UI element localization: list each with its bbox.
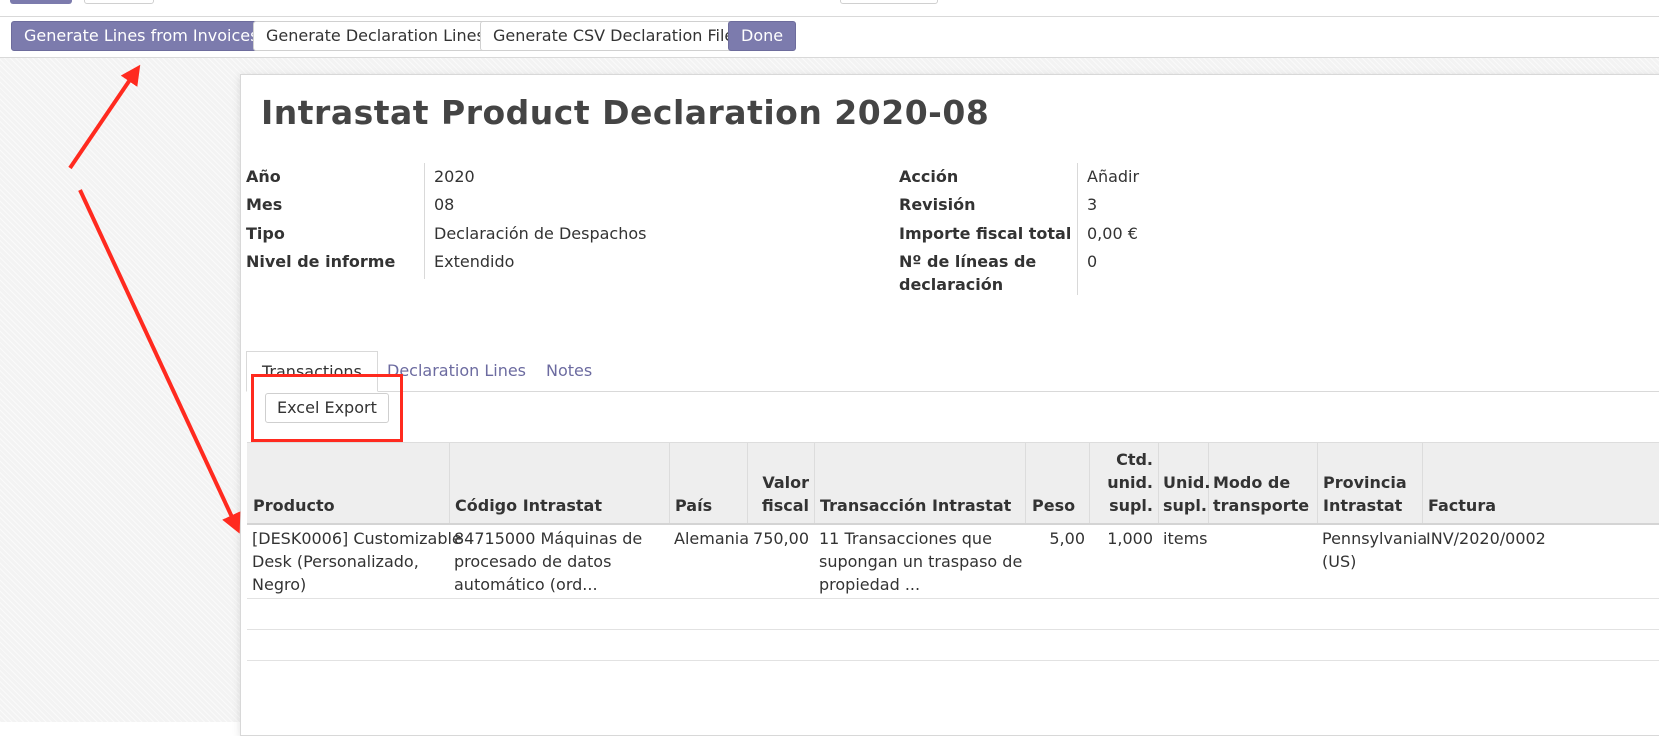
column-separator: [669, 443, 670, 523]
cell-text: propiedad ...: [819, 575, 921, 594]
column-separator: [1422, 443, 1423, 523]
field-label-ano: Año: [246, 167, 281, 186]
column-separator: [1158, 443, 1159, 523]
column-header-ctd-unid-supl-line2[interactable]: unid.: [1089, 471, 1153, 494]
generate-csv-declaration-file-button[interactable]: Generate CSV Declaration File: [480, 21, 748, 51]
cell-peso: 5,00: [1049, 529, 1085, 548]
cell-codigo-intrastat: 84715000 Máquinas de procesado de datos …: [454, 527, 642, 596]
field-value-accion[interactable]: Añadir: [1087, 165, 1139, 189]
tab-transactions[interactable]: Transactions: [246, 351, 378, 392]
column-header-peso[interactable]: Peso: [1032, 494, 1075, 517]
field-label-accion: Acción: [899, 167, 959, 186]
generate-lines-from-invoices-button[interactable]: Generate Lines from Invoices: [11, 21, 272, 51]
column-header-valor-fiscal-line2[interactable]: fiscal: [747, 494, 809, 517]
column-header-provincia-intrastat[interactable]: Provincia: [1323, 471, 1407, 494]
column-separator: [1025, 443, 1026, 523]
column-header-pais[interactable]: País: [675, 494, 712, 517]
column-header-codigo-intrastat[interactable]: Código Intrastat: [455, 494, 602, 517]
column-header-modo-de-transporte[interactable]: Modo de: [1213, 471, 1290, 494]
field-value-num-lineas[interactable]: 0: [1087, 250, 1097, 274]
generate-declaration-lines-button[interactable]: Generate Declaration Lines: [253, 21, 498, 51]
column-header-transaccion-intrastat[interactable]: Transacción Intrastat: [820, 494, 1011, 517]
field-label-revision: Revisión: [899, 195, 976, 214]
cell-producto: [DESK0006] Customizable Desk (Personaliz…: [252, 527, 462, 596]
cell-text: 11 Transacciones que: [819, 529, 992, 548]
form-statusbar: Generate Lines from Invoices Generate De…: [0, 17, 1659, 58]
secondary-button-partial[interactable]: [84, 0, 154, 4]
column-header-provincia-intrastat-line2[interactable]: Intrastat: [1323, 494, 1402, 517]
column-separator: [449, 443, 450, 523]
primary-button-partial[interactable]: [10, 0, 72, 4]
page-title: Intrastat Product Declaration 2020-08: [261, 93, 990, 132]
field-label-tipo: Tipo: [246, 224, 285, 243]
field-label-num-lineas-cont: declaración: [899, 275, 1004, 294]
field-value-mes[interactable]: 08: [434, 193, 454, 217]
cell-pais: Alemania: [674, 529, 750, 548]
column-separator: [814, 443, 815, 523]
column-header-modo-de-transporte-line2[interactable]: transporte: [1213, 494, 1309, 517]
excel-export-button[interactable]: Excel Export: [265, 393, 389, 423]
cell-text: Negro): [252, 575, 307, 594]
field-label-importe-fiscal-total: Importe fiscal total: [899, 224, 1072, 243]
row-divider: [247, 598, 1659, 599]
table-header: Producto Código Intrastat País Valor fis…: [247, 442, 1659, 525]
cell-text: 84715000 Máquinas de: [454, 529, 643, 548]
column-header-factura[interactable]: Factura: [1428, 494, 1496, 517]
row-divider: [247, 660, 1659, 661]
form-sheet: Intrastat Product Declaration 2020-08 Añ…: [240, 74, 1659, 736]
row-divider: [247, 629, 1659, 630]
field-label-mes: Mes: [246, 195, 283, 214]
cell-factura: INV/2020/0002: [1426, 529, 1546, 548]
cell-text: Pennsylvania: [1322, 529, 1428, 548]
cell-valor-fiscal: 750,00: [753, 529, 809, 548]
column-header-producto[interactable]: Producto: [253, 494, 335, 517]
field-value-revision[interactable]: 3: [1087, 193, 1097, 217]
tab-declaration-lines[interactable]: Declaration Lines: [372, 351, 541, 391]
cell-text: automático (ord...: [454, 575, 598, 594]
pager-control-partial[interactable]: [840, 0, 938, 4]
column-header-valor-fiscal[interactable]: Valor: [747, 471, 809, 494]
column-header-ctd-unid-supl-line3[interactable]: supl.: [1089, 494, 1153, 517]
tabs-baseline: [261, 391, 1659, 392]
cell-unid-supl: items: [1163, 529, 1208, 548]
column-header-unid-supl-line2[interactable]: supl.: [1163, 494, 1207, 517]
cell-text: supongan un traspaso de: [819, 552, 1023, 571]
column-header-unid-supl[interactable]: Unid.: [1163, 471, 1210, 494]
done-button[interactable]: Done: [728, 21, 797, 51]
cell-transaccion-intrastat: 11 Transacciones que supongan un traspas…: [819, 527, 1022, 596]
cell-text: (US): [1322, 552, 1357, 571]
field-value-ano[interactable]: 2020: [434, 165, 475, 189]
cell-text: procesado de datos: [454, 552, 612, 571]
field-value-tipo[interactable]: Declaración de Despachos: [434, 222, 646, 246]
column-header-ctd-unid-supl[interactable]: Ctd.: [1089, 448, 1153, 471]
column-separator: [1317, 443, 1318, 523]
cell-text: [DESK0006] Customizable: [252, 529, 462, 548]
field-value-nivel-de-informe[interactable]: Extendido: [434, 250, 514, 274]
cell-provincia-intrastat: Pennsylvania (US): [1322, 527, 1427, 573]
cell-text: Desk (Personalizado,: [252, 552, 419, 571]
cell-ctd-unid-supl: 1,000: [1107, 529, 1153, 548]
field-label-nivel-de-informe: Nivel de informe: [246, 252, 396, 271]
field-separator: [1077, 163, 1078, 295]
top-toolbar-strip: [0, 0, 1659, 17]
tab-notes[interactable]: Notes: [531, 351, 607, 391]
field-label-num-lineas: Nº de líneas de: [899, 252, 1037, 271]
field-separator: [424, 163, 425, 279]
field-value-importe-fiscal-total[interactable]: 0,00 €: [1087, 222, 1138, 246]
